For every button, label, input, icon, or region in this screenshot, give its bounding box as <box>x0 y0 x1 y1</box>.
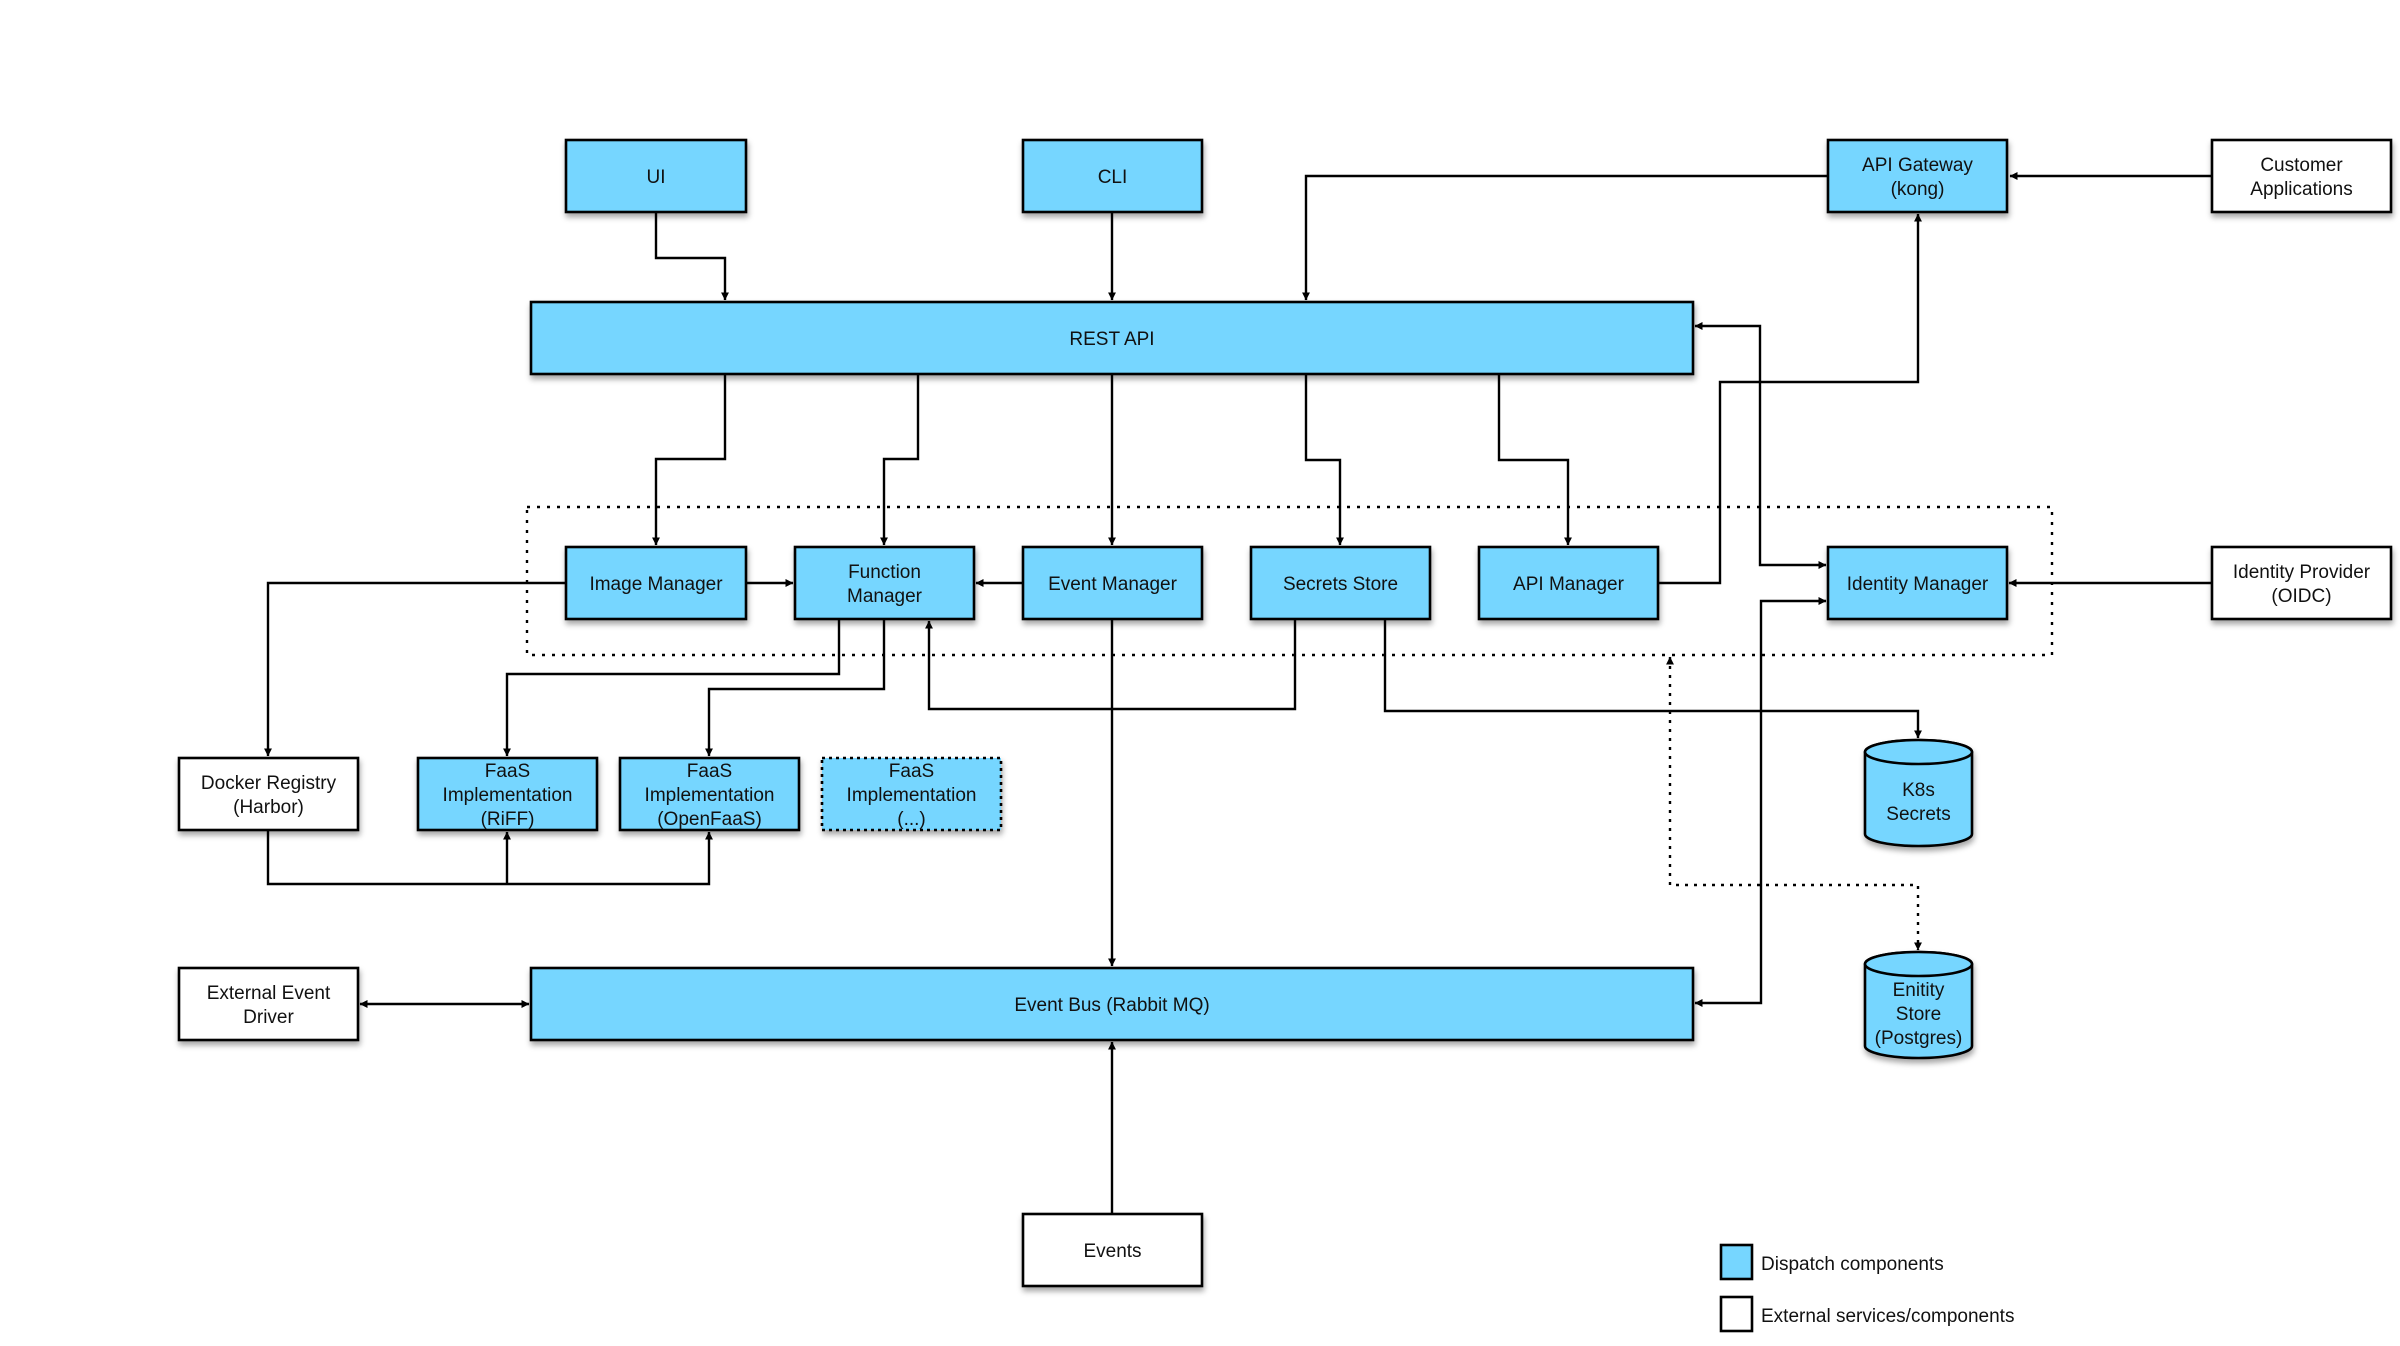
node-faas-other[interactable]: FaaS Implementation (...) <box>820 756 1003 832</box>
edge-rest-api-identity-manager <box>1694 322 1827 569</box>
node-label: CLI <box>1098 167 1128 188</box>
node-k8s-secrets[interactable]: K8s Secrets <box>1863 738 1974 848</box>
node-customer-apps[interactable]: Customer Applications <box>2210 138 2393 214</box>
edge-api-manager-api-gateway <box>1658 213 1922 585</box>
node-docker-registry[interactable]: Docker Registry (Harbor) <box>177 756 360 832</box>
edge-image-manager-docker-registry <box>264 581 566 757</box>
node-api-manager[interactable]: API Manager <box>1477 545 1660 621</box>
node-label: Implementation <box>443 785 573 806</box>
node-label: (RiFF) <box>481 809 535 830</box>
architecture-diagram: UI CLI API Gateway (kong) Customer Applicatio… <box>177 138 2393 1333</box>
node-label: Secrets <box>1886 804 1950 825</box>
node-identity-provider[interactable]: Identity Provider (OIDC) <box>2210 545 2393 621</box>
node-events[interactable]: Events <box>1021 1212 1204 1288</box>
node-label: K8s <box>1902 780 1935 801</box>
node-label: UI <box>647 167 666 188</box>
node-label: (Postgres) <box>1875 1028 1963 1049</box>
edge-event-bus-identity-manager <box>1694 597 1827 1007</box>
node-label: Driver <box>243 1007 294 1028</box>
edge-secrets-store-k8s-secrets <box>1383 619 1922 739</box>
node-label: FaaS <box>889 761 934 782</box>
edge-function-manager-faas-openfaas <box>705 619 886 757</box>
legend-swatch-dispatch <box>1719 1243 1754 1281</box>
cylinder-top <box>1863 950 1974 978</box>
node-label: Identity Manager <box>1847 574 1989 595</box>
node-event-manager[interactable]: Event Manager <box>1021 545 1204 621</box>
node-label: Enitity <box>1893 980 1945 1001</box>
edge-rest-api-secrets-store <box>1304 374 1344 546</box>
node-image-manager[interactable]: Image Manager <box>564 545 748 621</box>
node-cli[interactable]: CLI <box>1021 138 1204 214</box>
node-label: FaaS <box>687 761 732 782</box>
edge-rest-api-api-manager <box>1497 374 1572 546</box>
node-ui[interactable]: UI <box>564 138 748 214</box>
node-box <box>2210 545 2393 621</box>
node-label: Implementation <box>847 785 977 806</box>
legend-swatch-external <box>1719 1295 1754 1333</box>
node-box <box>793 545 976 621</box>
edge-docker-registry-faas-openfaas <box>266 830 713 886</box>
node-box <box>177 966 360 1042</box>
node-label: Store <box>1896 1004 1941 1025</box>
nodes: UI CLI API Gateway (kong) Customer Applicatio… <box>177 138 2393 1288</box>
legend: Dispatch components External services/co… <box>1719 1243 2014 1333</box>
cylinder-top <box>1863 738 1974 766</box>
node-faas-riff[interactable]: FaaS Implementation (RiFF) <box>416 756 599 832</box>
node-label: Manager <box>847 586 923 607</box>
node-box <box>2210 138 2393 214</box>
node-label: External Event <box>207 983 331 1004</box>
node-function-manager[interactable]: Function Manager <box>793 545 976 621</box>
node-label: Image Manager <box>589 574 723 595</box>
node-label: Function <box>848 562 921 583</box>
node-label: API Gateway <box>1862 155 1973 176</box>
node-label: Events <box>1083 1241 1141 1262</box>
edge-api-gateway-rest-api <box>1302 174 1828 301</box>
edge-function-manager-faas-riff <box>503 619 841 757</box>
node-entity-store[interactable]: Enitity Store (Postgres) <box>1863 950 1974 1060</box>
node-label: Secrets Store <box>1283 574 1398 595</box>
node-label: Customer <box>2260 155 2343 176</box>
legend-label-external: External services/components <box>1761 1306 2014 1327</box>
node-faas-openfaas[interactable]: FaaS Implementation (OpenFaaS) <box>618 756 801 832</box>
edge-rest-api-function-manager <box>880 374 920 546</box>
node-label: Docker Registry <box>201 773 337 794</box>
node-api-gateway[interactable]: API Gateway (kong) <box>1826 138 2009 214</box>
node-label: (Harbor) <box>233 797 304 818</box>
node-label: FaaS <box>485 761 530 782</box>
node-label: (kong) <box>1891 179 1945 200</box>
node-label: (OpenFaaS) <box>657 809 762 830</box>
node-identity-manager[interactable]: Identity Manager <box>1826 545 2009 621</box>
node-label: (OIDC) <box>2271 586 2331 607</box>
node-secrets-store[interactable]: Secrets Store <box>1249 545 1432 621</box>
node-label: Implementation <box>645 785 775 806</box>
node-label: Applications <box>2250 179 2352 200</box>
node-label: Identity Provider <box>2233 562 2371 583</box>
node-rest-api[interactable]: REST API <box>529 300 1695 376</box>
node-label: REST API <box>1069 329 1154 350</box>
node-label: Event Manager <box>1048 574 1178 595</box>
node-label: API Manager <box>1513 574 1625 595</box>
node-box <box>1826 138 2009 214</box>
edge-ui-rest-api <box>654 212 729 301</box>
edge-rest-api-image-manager <box>652 374 727 546</box>
node-label: Event Bus (Rabbit MQ) <box>1014 995 1209 1016</box>
node-box <box>177 756 360 832</box>
legend-label-dispatch: Dispatch components <box>1761 1254 1944 1275</box>
node-external-event-driver[interactable]: External Event Driver <box>177 966 360 1042</box>
node-label: (...) <box>897 809 926 830</box>
node-event-bus[interactable]: Event Bus (Rabbit MQ) <box>529 966 1695 1042</box>
